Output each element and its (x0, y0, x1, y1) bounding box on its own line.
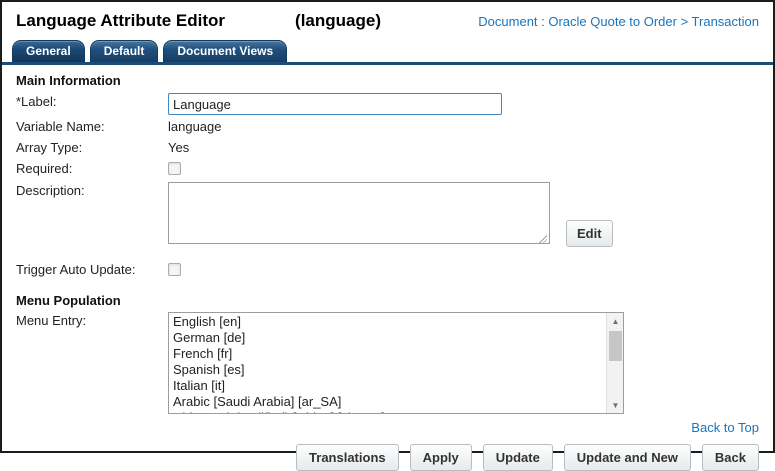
update-and-new-button[interactable]: Update and New (563, 444, 691, 471)
trigger-auto-update-label: Trigger Auto Update: (16, 262, 136, 277)
array-type-label: Array Type: (16, 140, 83, 155)
section-title-main-information: Main Information (16, 73, 121, 88)
array-type-row: Array Type: Yes (16, 139, 759, 157)
description-row: Description: Edit (16, 182, 759, 249)
menu-entry-option[interactable]: English [en] (169, 314, 606, 330)
trigger-auto-update-row: Trigger Auto Update: (16, 261, 759, 279)
edit-button[interactable]: Edit (566, 220, 613, 247)
footer-button-bar: Translations Apply Update Update and New… (2, 444, 773, 471)
array-type-value: Yes (168, 140, 190, 155)
apply-button[interactable]: Apply (409, 444, 472, 471)
scrollbar[interactable]: ▲ ▼ (606, 313, 623, 413)
menu-entry-options: English [en] German [de] French [fr] Spa… (169, 314, 606, 413)
scroll-thumb[interactable] (609, 331, 622, 361)
update-button[interactable]: Update (482, 444, 553, 471)
section-title-menu-population: Menu Population (16, 293, 121, 308)
variable-name-label: Variable Name: (16, 119, 105, 134)
scroll-up-icon[interactable]: ▲ (607, 313, 623, 329)
required-row: Required: (16, 160, 759, 178)
document-context-link[interactable]: Document : Oracle Quote to Order > Trans… (478, 14, 759, 29)
trigger-auto-update-checkbox[interactable] (168, 263, 181, 276)
menu-entry-option[interactable]: Chinese (Simplified) [China] [zh_CN] (169, 410, 606, 413)
back-button[interactable]: Back (701, 444, 759, 471)
menu-entry-option[interactable]: Spanish [es] (169, 362, 606, 378)
menu-entry-option[interactable]: French [fr] (169, 346, 606, 362)
label-row: *Label: (16, 93, 759, 115)
page-header: Language Attribute Editor (language) Doc… (2, 2, 773, 31)
page-subtitle: (language) (295, 11, 381, 30)
description-label: Description: (16, 183, 85, 198)
description-textarea[interactable] (168, 182, 550, 244)
menu-entry-option[interactable]: Arabic [Saudi Arabia] [ar_SA] (169, 394, 606, 410)
required-label: Required: (16, 161, 73, 176)
scroll-down-icon[interactable]: ▼ (607, 397, 623, 413)
tab-bar: General Default Document Views (2, 40, 773, 65)
menu-entry-listbox[interactable]: English [en] German [de] French [fr] Spa… (168, 312, 624, 414)
variable-name-row: Variable Name: language (16, 118, 759, 136)
tab-document-views[interactable]: Document Views (163, 40, 288, 62)
required-checkbox[interactable] (168, 162, 181, 175)
translations-button[interactable]: Translations (296, 444, 399, 471)
tab-default[interactable]: Default (89, 40, 159, 62)
menu-entry-option[interactable]: German [de] (169, 330, 606, 346)
menu-entry-label: Menu Entry: (16, 313, 87, 328)
menu-entry-row: Menu Entry: English [en] German [de] Fre… (16, 312, 759, 414)
menu-entry-option[interactable]: Italian [it] (169, 378, 606, 394)
label-input[interactable] (168, 93, 502, 115)
tab-general[interactable]: General (12, 40, 85, 62)
back-to-top-link[interactable]: Back to Top (691, 420, 759, 435)
variable-name-value: language (168, 119, 222, 134)
label-field-label: *Label: (16, 94, 57, 109)
page-title: Language Attribute Editor (16, 11, 226, 30)
